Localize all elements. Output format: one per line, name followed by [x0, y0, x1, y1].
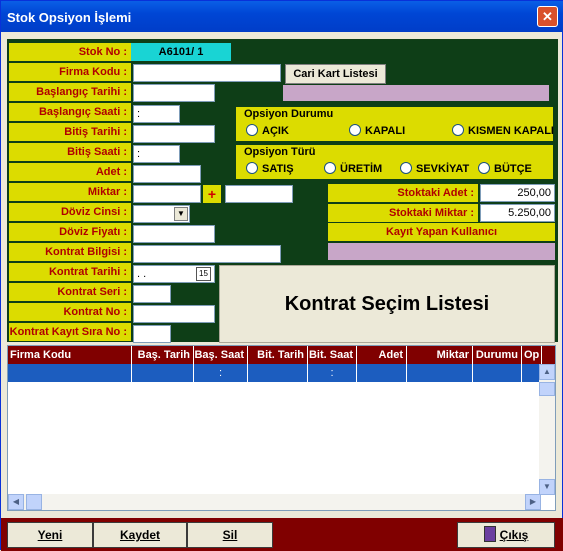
col-bas-saat[interactable]: Baş. Saat: [194, 346, 248, 364]
stoktaki-adet-value: 250,00: [480, 184, 555, 202]
col-firma-kodu[interactable]: Firma Kodu: [8, 346, 132, 364]
bitis-tarihi-input[interactable]: [133, 125, 215, 143]
col-miktar[interactable]: Miktar: [407, 346, 473, 364]
kontrat-seri-input[interactable]: [133, 285, 171, 303]
grid-header: Firma Kodu Baş. Tarih Baş. Saat Bit. Tar…: [8, 346, 555, 364]
label-doviz-cinsi: Döviz Cinsi :: [9, 203, 131, 221]
close-icon[interactable]: ✕: [537, 6, 558, 27]
kontrat-bilgisi-input[interactable]: [133, 245, 281, 263]
baslangic-saati-input[interactable]: :: [133, 105, 180, 123]
cell: [357, 364, 407, 382]
miktar2-input[interactable]: [225, 185, 293, 203]
radio-uretim[interactable]: ÜRETİM: [324, 162, 382, 175]
radio-sevkiyat[interactable]: SEVKİYAT: [400, 162, 469, 175]
label-bitis-tarihi: Bitiş Tarihi :: [9, 123, 131, 141]
baslangic-tarihi-input[interactable]: [133, 84, 215, 102]
horizontal-scrollbar[interactable]: ◀ ▶: [8, 494, 541, 510]
col-durumu[interactable]: Durumu: [473, 346, 522, 364]
cell: [248, 364, 308, 382]
label-kontrat-tarihi: Kontrat Tarihi :: [9, 263, 131, 281]
label-stok-no: Stok No :: [9, 43, 131, 61]
kaydet-button[interactable]: Kaydet: [93, 522, 187, 548]
vertical-scrollbar[interactable]: ▲ ▼: [539, 364, 555, 495]
opsiyon-durumu-group: Opsiyon Durumu AÇIK KAPALI KISMEN KAPALI: [236, 107, 554, 141]
doviz-fiyati-input[interactable]: [133, 225, 215, 243]
cell: :: [308, 364, 357, 382]
opsiyon-turu-title: Opsiyon Türü: [244, 146, 316, 158]
radio-butce[interactable]: BÜTÇE: [478, 162, 532, 175]
scroll-up-icon[interactable]: ▲: [539, 364, 555, 380]
cell: :: [194, 364, 248, 382]
doviz-cinsi-select[interactable]: ▼: [133, 205, 190, 223]
label-doviz-fiyati: Döviz Fiyatı :: [9, 223, 131, 241]
label-adet: Adet :: [9, 163, 131, 181]
col-bit-tarih[interactable]: Bit. Tarih: [248, 346, 308, 364]
label-kontrat-bilgisi: Kontrat Bilgisi :: [9, 243, 131, 261]
kontrat-secim-listesi[interactable]: Kontrat Seçim Listesi: [219, 265, 555, 343]
calendar-icon[interactable]: 15: [196, 267, 211, 281]
label-baslangic-tarihi: Başlangıç Tarihi :: [9, 83, 131, 101]
firma-kodu-input[interactable]: [133, 64, 281, 82]
label-miktar: Miktar :: [9, 183, 131, 201]
col-bas-tarih[interactable]: Baş. Tarih: [132, 346, 194, 364]
title-bar: Stok Opsiyon İşlemi ✕: [1, 1, 563, 32]
kontrat-no-input[interactable]: [133, 305, 215, 323]
stoktaki-miktar-value: 5.250,00: [480, 204, 555, 222]
footer-bar: Yeni Kaydet Sil Çıkış: [1, 518, 563, 551]
label-bitis-saati: Bitiş Saati :: [9, 143, 131, 161]
cikis-button[interactable]: Çıkış: [457, 522, 555, 548]
radio-kapali[interactable]: KAPALI: [349, 124, 405, 137]
opsiyon-durumu-title: Opsiyon Durumu: [244, 108, 334, 120]
bitis-saati-input[interactable]: :: [133, 145, 180, 163]
stoktaki-miktar-label: Stoktaki Miktar :: [328, 204, 478, 222]
exit-door-icon: [483, 526, 496, 542]
stok-no-value: A6101/ 1: [131, 43, 231, 61]
chevron-down-icon[interactable]: ▼: [174, 207, 188, 221]
yeni-button[interactable]: Yeni: [7, 522, 93, 548]
col-bit-saat[interactable]: Bit. Saat: [308, 346, 357, 364]
scroll-down-icon[interactable]: ▼: [539, 479, 555, 495]
scroll-left-icon[interactable]: ◀: [8, 494, 24, 510]
label-firma-kodu: Firma Kodu :: [9, 63, 131, 81]
radio-satis[interactable]: SATIŞ: [246, 162, 294, 175]
scroll-thumb[interactable]: [539, 382, 555, 396]
miktar-input[interactable]: [133, 185, 201, 203]
cell: [8, 364, 132, 382]
col-op[interactable]: Op: [522, 346, 542, 364]
label-kontrat-no: Kontrat No :: [9, 303, 131, 321]
firma-name-display: [283, 85, 549, 101]
form-panel: Stok No : A6101/ 1 Firma Kodu : Cari Kar…: [7, 39, 558, 343]
kayit-yapan-kullanici-label: Kayıt Yapan Kullanıcı: [328, 223, 555, 241]
radio-acik[interactable]: AÇIK: [246, 124, 289, 137]
adet-input[interactable]: [133, 165, 201, 183]
table-row[interactable]: : :: [8, 364, 541, 382]
stoktaki-adet-label: Stoktaki Adet :: [328, 184, 478, 202]
cell: [407, 364, 473, 382]
window: Stok Opsiyon İşlemi ✕ Stok No : A6101/ 1…: [0, 0, 563, 551]
options-grid[interactable]: Firma Kodu Baş. Tarih Baş. Saat Bit. Tar…: [7, 345, 556, 511]
kayit-yapan-kullanici-value: [328, 243, 555, 260]
cell: [473, 364, 522, 382]
plus-button[interactable]: +: [203, 185, 221, 203]
radio-kismen-kapali[interactable]: KISMEN KAPALI: [452, 124, 554, 137]
label-kontrat-kayit-sira-no: Kontrat Kayıt Sıra No :: [9, 323, 131, 341]
kontrat-kayit-sira-no-input[interactable]: [133, 325, 171, 343]
window-title: Stok Opsiyon İşlemi: [7, 10, 132, 25]
hscroll-thumb[interactable]: [26, 494, 42, 510]
label-baslangic-saati: Başlangıç Saati :: [9, 103, 131, 121]
cari-kart-listesi-button[interactable]: Cari Kart Listesi: [285, 64, 386, 84]
opsiyon-turu-group: Opsiyon Türü SATIŞ ÜRETİM SEVKİYAT BÜTÇE: [236, 145, 553, 179]
col-adet[interactable]: Adet: [357, 346, 407, 364]
scroll-right-icon[interactable]: ▶: [525, 494, 541, 510]
sil-button[interactable]: Sil: [187, 522, 273, 548]
cell: [132, 364, 194, 382]
label-kontrat-seri: Kontrat Seri :: [9, 283, 131, 301]
